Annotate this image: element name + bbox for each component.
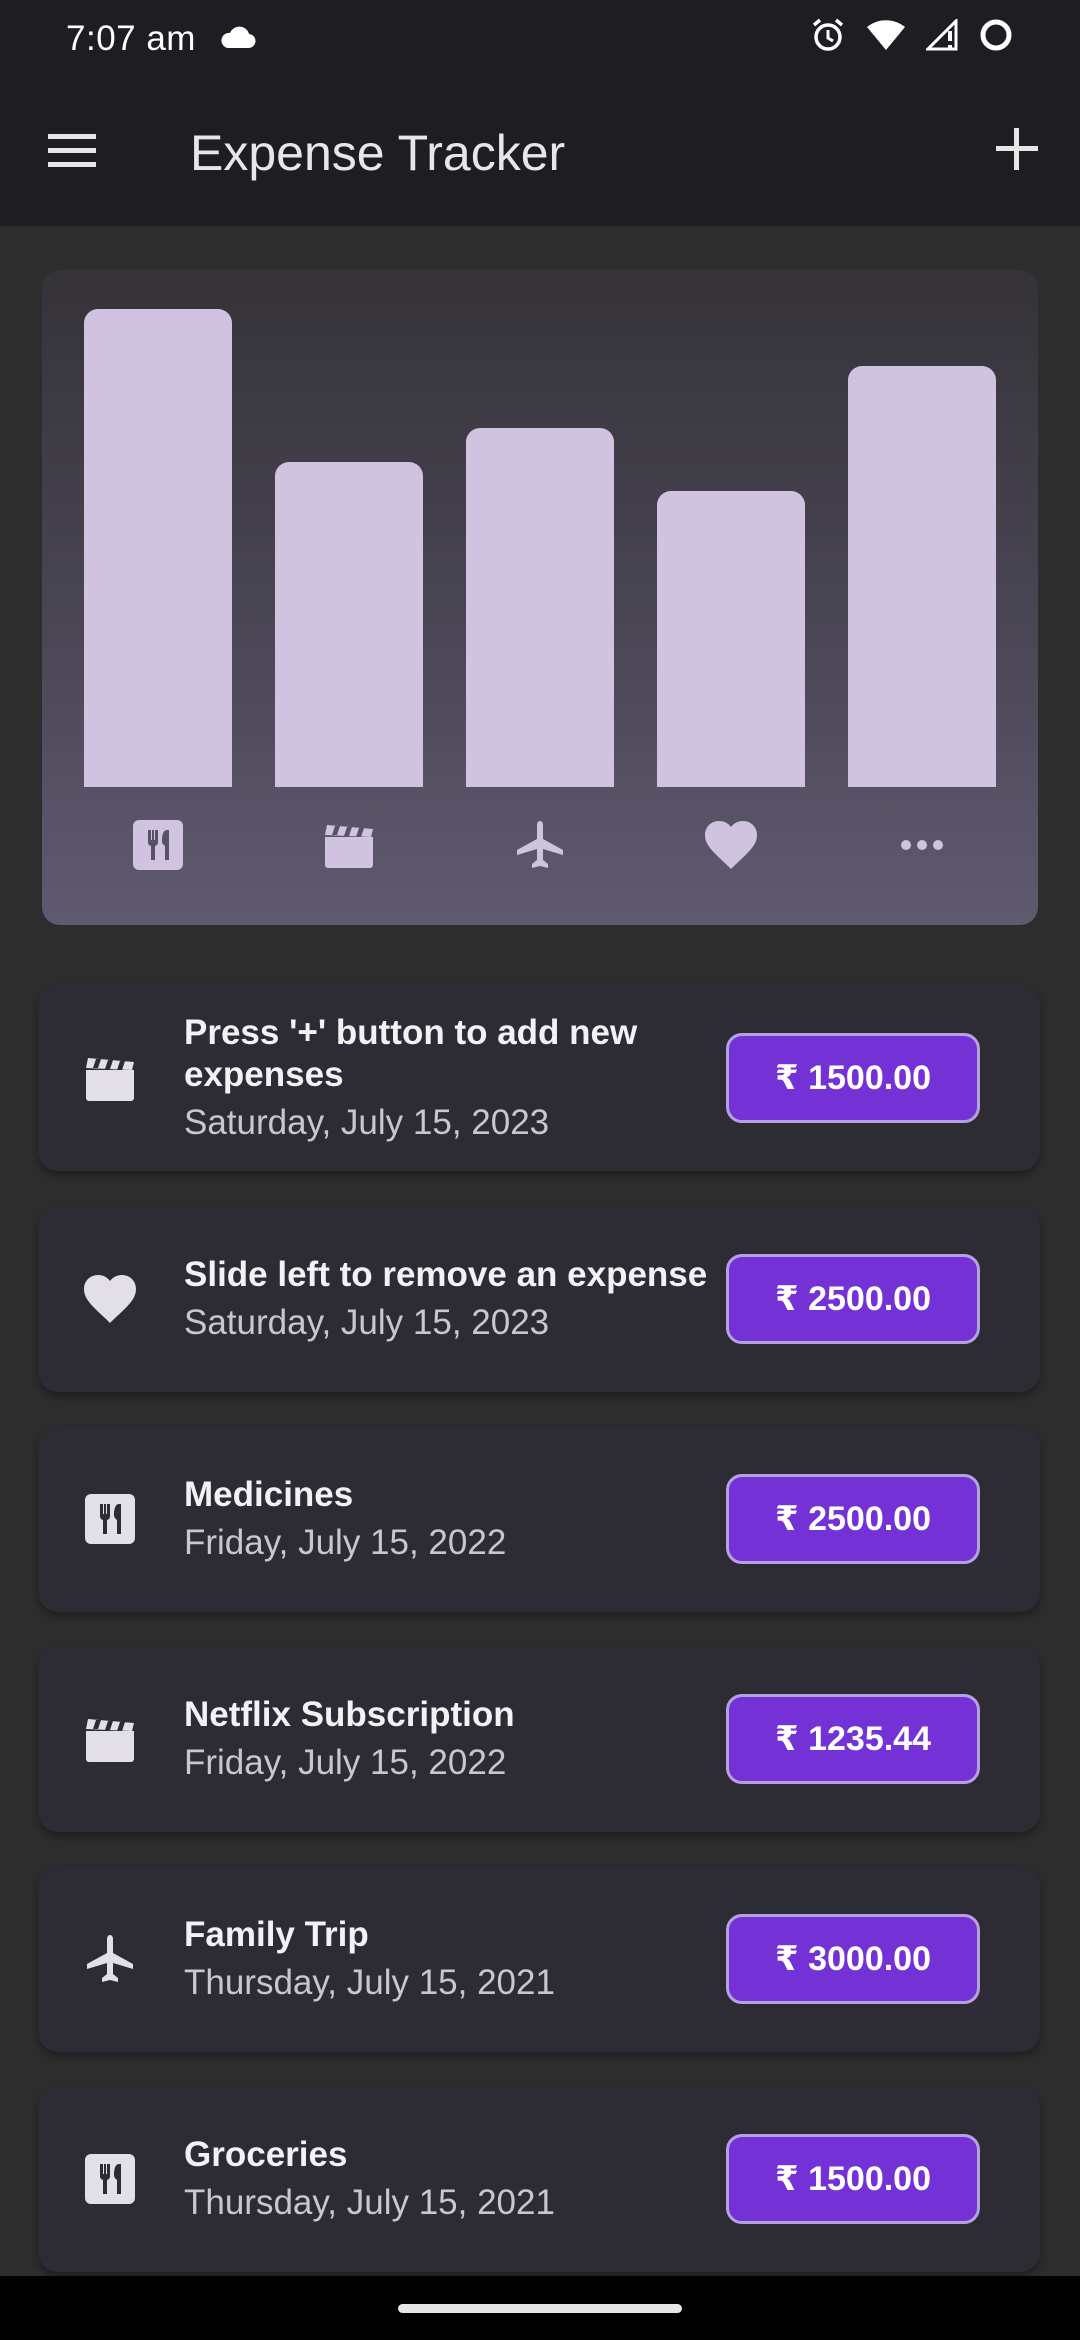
expense-date: Thursday, July 15, 2021 xyxy=(184,1963,555,2002)
expense-item[interactable]: Family Trip Thursday, July 15, 2021 ₹ 3000… xyxy=(38,1866,1040,2052)
movie-icon xyxy=(80,1709,140,1769)
expense-date: Thursday, July 15, 2021 xyxy=(184,2183,555,2222)
more-icon xyxy=(848,815,996,875)
expense-chart xyxy=(42,270,1038,925)
chart-bar-other xyxy=(848,366,996,787)
expense-text: Groceries Thursday, July 15, 2021 xyxy=(184,2086,724,2272)
expense-title: Press '+' button to add new expenses xyxy=(184,1013,638,1094)
expense-amount-badge[interactable]: ₹ 1500.00 xyxy=(726,2134,980,2224)
expense-text: Slide left to remove an expense Saturday,… xyxy=(184,1206,724,1392)
expense-item[interactable]: Slide left to remove an expense Saturday,… xyxy=(38,1206,1040,1392)
home-gesture-handle[interactable] xyxy=(398,2304,682,2313)
flight-icon xyxy=(466,815,614,875)
chart-bar-leisure xyxy=(275,462,423,787)
wifi-icon xyxy=(866,19,906,60)
expense-amount-badge[interactable]: ₹ 2500.00 xyxy=(726,1474,980,1564)
expense-date: Friday, July 15, 2022 xyxy=(184,1523,507,1562)
plus-icon xyxy=(996,128,1038,170)
cloud-icon xyxy=(218,19,256,59)
status-time: 7:07 am xyxy=(66,19,196,58)
expense-title: Groceries xyxy=(184,2135,348,2174)
chart-bar-travel xyxy=(466,428,614,787)
system-nav-bar xyxy=(0,2276,1080,2340)
movie-icon xyxy=(80,1048,140,1108)
expense-date: Saturday, July 15, 2023 xyxy=(184,1303,550,1342)
food-icon xyxy=(84,815,232,875)
expense-title: Netflix Subscription xyxy=(184,1695,515,1734)
heart-icon xyxy=(657,815,805,875)
add-expense-button[interactable] xyxy=(990,122,1044,182)
expense-text: Netflix Subscription Friday, July 15, 202… xyxy=(184,1646,724,1832)
signal-icon xyxy=(924,16,958,60)
expense-text: Medicines Friday, July 15, 2022 xyxy=(184,1426,724,1612)
chart-plot-area xyxy=(42,270,1038,787)
alarm-icon xyxy=(810,17,846,62)
app-bar: Expense Tracker xyxy=(0,78,1080,226)
expense-item[interactable]: Medicines Friday, July 15, 2022 ₹ 2500.00 xyxy=(38,1426,1040,1612)
expense-date: Friday, July 15, 2022 xyxy=(184,1743,507,1782)
expense-title: Family Trip xyxy=(184,1915,369,1954)
expense-amount-badge[interactable]: ₹ 3000.00 xyxy=(726,1914,980,2004)
expense-title: Slide left to remove an expense xyxy=(184,1255,708,1294)
expense-item[interactable]: Groceries Thursday, July 15, 2021 ₹ 1500.0… xyxy=(38,2086,1040,2272)
expense-item[interactable]: Press '+' button to add new expenses Satu… xyxy=(38,985,1040,1171)
expense-item[interactable]: Netflix Subscription Friday, July 15, 202… xyxy=(38,1646,1040,1832)
expense-amount-badge[interactable]: ₹ 1500.00 xyxy=(726,1033,980,1123)
page-title: Expense Tracker xyxy=(190,125,566,181)
expense-date: Saturday, July 15, 2023 xyxy=(184,1103,550,1142)
movie-icon xyxy=(275,815,423,875)
food-icon xyxy=(80,2149,140,2209)
expense-amount-badge[interactable]: ₹ 2500.00 xyxy=(726,1254,980,1344)
status-bar: 7:07 am xyxy=(0,0,1080,78)
heart-icon xyxy=(80,1269,140,1329)
battery-icon xyxy=(978,17,1014,62)
food-icon xyxy=(80,1489,140,1549)
status-icons xyxy=(810,16,1014,62)
expense-text: Press '+' button to add new expenses Satu… xyxy=(184,985,724,1171)
menu-button[interactable] xyxy=(44,128,104,178)
expense-amount-badge[interactable]: ₹ 1235.44 xyxy=(726,1694,980,1784)
chart-bar-health xyxy=(657,491,805,787)
expense-title: Medicines xyxy=(184,1475,354,1514)
expense-text: Family Trip Thursday, July 15, 2021 xyxy=(184,1866,724,2052)
chart-bar-food xyxy=(84,309,232,787)
flight-icon xyxy=(80,1929,140,1989)
menu-icon xyxy=(48,134,96,167)
